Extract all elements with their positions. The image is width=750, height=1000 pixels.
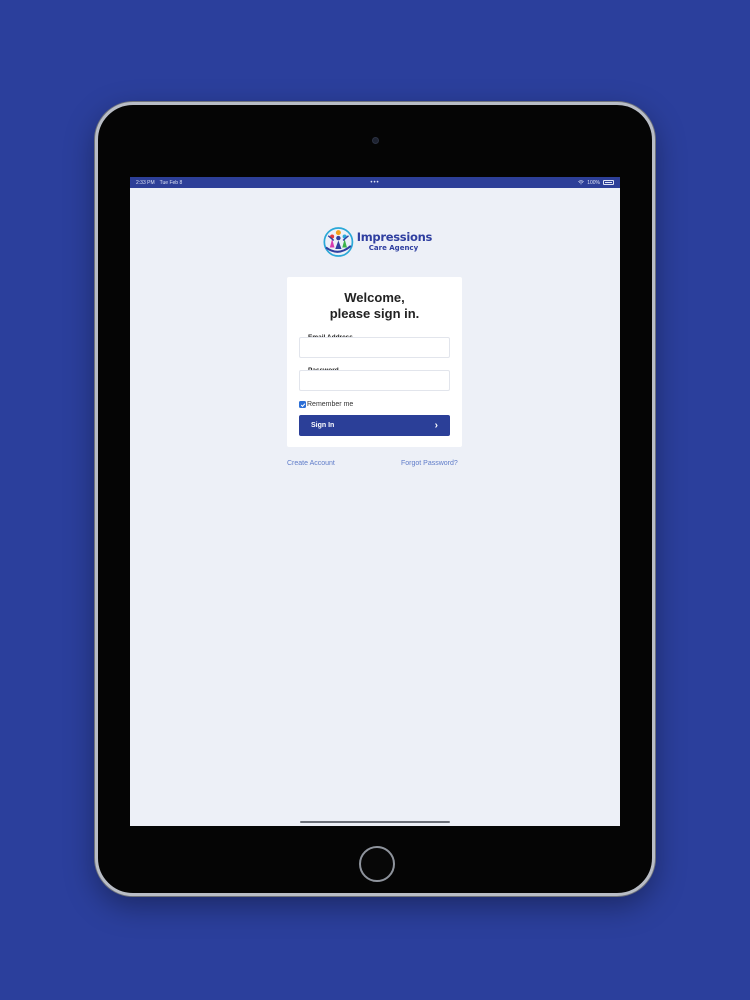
- remember-me-row[interactable]: Remember me: [299, 401, 353, 408]
- password-field[interactable]: [299, 370, 450, 391]
- sign-in-heading: Welcome, please sign in.: [287, 290, 462, 322]
- sign-in-card: Welcome, please sign in. Email Address P…: [287, 277, 462, 447]
- home-indicator[interactable]: [300, 821, 450, 823]
- battery-icon: [603, 180, 614, 185]
- logo-subtitle: Care Agency: [368, 244, 419, 253]
- multitasking-dots-icon[interactable]: •••: [370, 180, 379, 186]
- checkmark-icon: [300, 402, 305, 407]
- remember-me-checkbox[interactable]: [299, 401, 306, 408]
- company-logo: Impressions Care Agency: [322, 221, 432, 263]
- home-button[interactable]: [359, 846, 395, 882]
- forgot-password-link[interactable]: Forgot Password?: [401, 460, 458, 467]
- tablet-frame: 2:33 PM Tue Feb 8 ••• 100% Impressions C…: [95, 102, 655, 896]
- create-account-link[interactable]: Create Account: [287, 460, 335, 467]
- status-time: 2:33 PM: [136, 179, 155, 186]
- sign-in-button[interactable]: Sign In ›: [299, 415, 450, 436]
- status-bar: 2:33 PM Tue Feb 8 ••• 100%: [130, 177, 620, 188]
- sign-in-button-label: Sign In: [311, 422, 335, 429]
- app-screen: 2:33 PM Tue Feb 8 ••• 100% Impressions C…: [130, 177, 620, 826]
- logo-title: Impressions: [356, 229, 433, 244]
- wifi-icon: [578, 180, 585, 185]
- email-field[interactable]: [299, 337, 450, 358]
- battery-percent: 100%: [587, 179, 600, 186]
- care-agency-logo-icon: [323, 227, 354, 257]
- heading-line-1: Welcome,: [344, 290, 405, 305]
- chevron-right-icon: ›: [434, 420, 438, 431]
- remember-me-label: Remember me: [307, 401, 354, 408]
- heading-line-2: please sign in.: [329, 306, 420, 321]
- front-camera: [372, 137, 379, 144]
- status-date: Tue Feb 8: [159, 179, 183, 186]
